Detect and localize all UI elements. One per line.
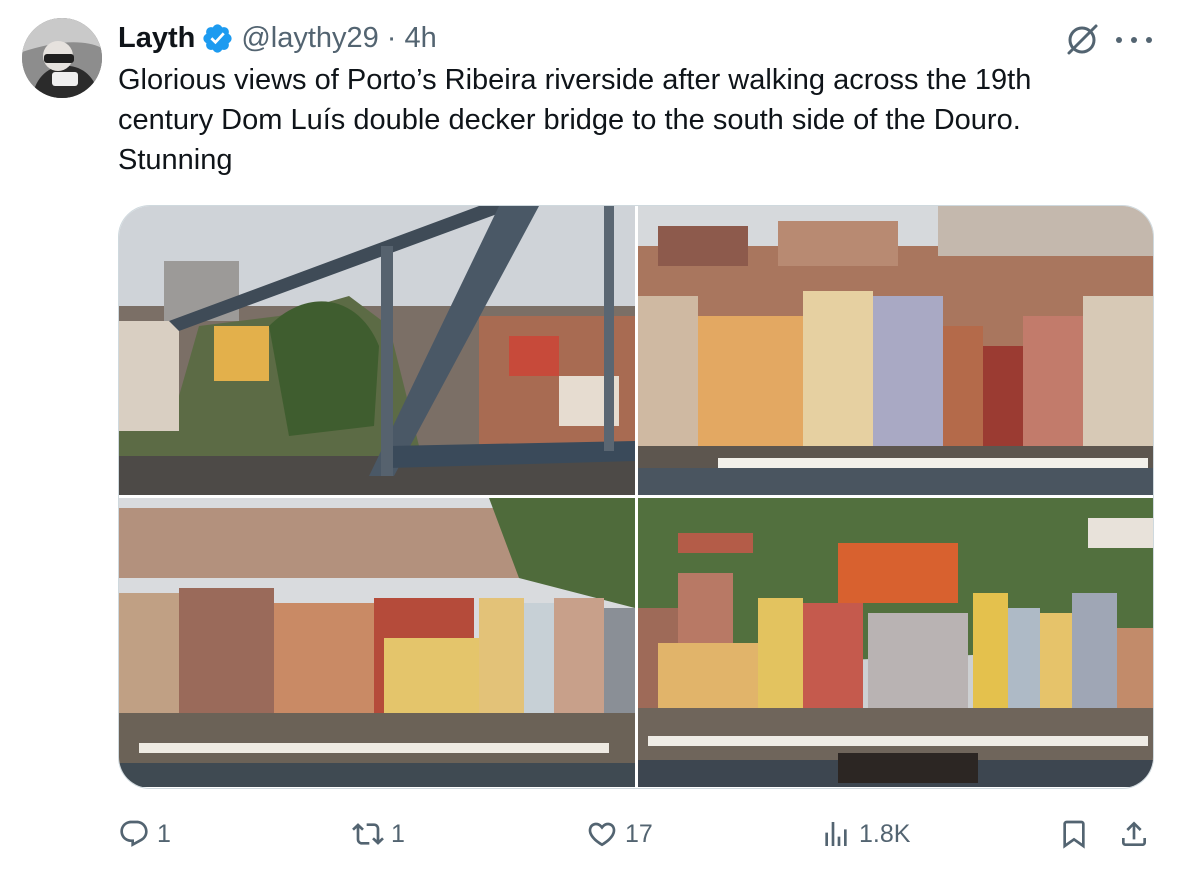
- grok-icon[interactable]: [1062, 20, 1102, 60]
- avatar[interactable]: [22, 18, 102, 98]
- repost-button[interactable]: 1: [352, 810, 405, 858]
- photo-3[interactable]: [119, 498, 635, 787]
- tweet-text: Glorious views of Porto’s Ribeira rivers…: [118, 64, 1032, 176]
- bookmark-icon: [1058, 818, 1090, 850]
- reply-button[interactable]: 1: [118, 810, 171, 858]
- tweet-header: Layth @laythy29 · 4h: [118, 18, 437, 58]
- photo-2[interactable]: [638, 206, 1153, 495]
- action-bar: 1 1 17 1.8K: [118, 810, 1158, 858]
- photo-1[interactable]: [119, 206, 635, 495]
- views-chart-icon: [820, 818, 852, 850]
- verified-badge-icon[interactable]: [201, 22, 234, 55]
- media-grid: [118, 205, 1154, 789]
- more-icon[interactable]: [1116, 26, 1152, 54]
- author-handle[interactable]: @laythy29: [241, 22, 378, 55]
- share-icon: [1118, 818, 1150, 850]
- like-count: 17: [625, 819, 653, 848]
- share-button[interactable]: [1118, 810, 1150, 858]
- timestamp[interactable]: 4h: [404, 22, 436, 55]
- repost-count: 1: [391, 819, 405, 848]
- views-button[interactable]: 1.8K: [820, 810, 910, 858]
- author-name[interactable]: Layth: [118, 22, 195, 55]
- bookmark-button[interactable]: [1058, 810, 1090, 858]
- reply-count: 1: [157, 819, 171, 848]
- photo-4[interactable]: [638, 498, 1153, 787]
- heart-icon: [586, 818, 618, 850]
- reply-icon: [118, 818, 150, 850]
- dot-separator: ·: [386, 21, 397, 54]
- repost-icon: [352, 818, 384, 850]
- views-count: 1.8K: [859, 819, 911, 848]
- like-button[interactable]: 17: [586, 810, 653, 858]
